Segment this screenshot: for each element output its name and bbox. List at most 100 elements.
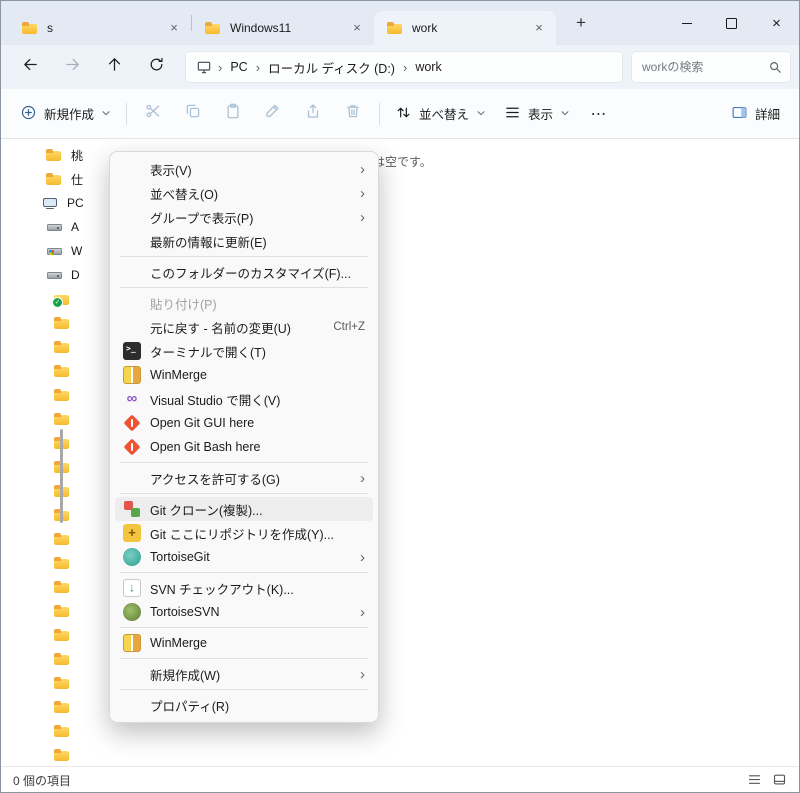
menu-item-label: ターミナルで開く(T) xyxy=(150,345,266,360)
menu-item[interactable]: Visual Studio で開く(V) xyxy=(115,387,373,411)
details-pane-button[interactable]: 詳細 xyxy=(722,97,789,131)
menu-item[interactable]: このフォルダーのカスタマイズ(F)... xyxy=(115,260,373,284)
breadcrumb: › PC › ローカル ディスク (D:) › work xyxy=(185,51,623,83)
file-explorer-window: s × Windows11 × work × + × › PC › ローカル デ… xyxy=(0,0,800,793)
details-button-label: 詳細 xyxy=(754,108,780,122)
new-button[interactable]: 新規作成 xyxy=(11,97,120,131)
menu-item[interactable]: TortoiseGit › xyxy=(115,545,373,569)
view-button[interactable]: 表示 xyxy=(495,97,579,131)
breadcrumb-local-disk-d[interactable]: ローカル ディスク (D:) xyxy=(262,55,401,80)
folder-icon xyxy=(53,410,71,428)
breadcrumb-pc[interactable]: PC xyxy=(224,57,253,77)
rename-icon xyxy=(264,102,282,125)
menu-item-label: 表示(V) xyxy=(150,163,192,178)
menu-item[interactable]: Git クローン(複製)... xyxy=(115,497,373,521)
navigation-bar: › PC › ローカル ディスク (D:) › work xyxy=(1,45,799,89)
cut-button[interactable] xyxy=(133,97,173,131)
menu-item-label: このフォルダーのカスタマイズ(F)... xyxy=(150,266,352,281)
menu-item[interactable]: Git ここにリポジトリを作成(Y)... xyxy=(115,521,373,545)
menu-item[interactable]: ターミナルで開く(T) xyxy=(115,339,373,363)
folder-icon xyxy=(53,746,71,764)
folder-icon xyxy=(53,578,71,596)
plus-circle-icon xyxy=(20,104,37,124)
menu-item[interactable]: Open Git Bash here xyxy=(115,435,373,459)
new-tab-button[interactable]: + xyxy=(566,9,596,37)
menu-item[interactable]: SVN チェックアウト(K)... xyxy=(115,576,373,600)
menu-item[interactable]: 最新の情報に更新(E) xyxy=(115,229,373,253)
menu-item-label: WinMerge xyxy=(150,636,207,650)
menu-item-label: Open Git GUI here xyxy=(150,416,255,430)
menu-item[interactable]: アクセスを許可する(G) › xyxy=(115,466,373,490)
toolbar-separator xyxy=(379,102,381,125)
folder-icon xyxy=(53,626,71,644)
menu-item[interactable]: プロパティ(R) xyxy=(115,693,373,717)
share-button[interactable] xyxy=(293,97,333,131)
menu-item[interactable]: 元に戻す - 名前の変更(U) Ctrl+Z xyxy=(115,315,373,339)
menu-item-label: Open Git Bash here xyxy=(150,440,261,454)
more-button[interactable]: ⋯ xyxy=(579,97,619,131)
sort-button[interactable]: 並べ替え xyxy=(386,97,495,131)
tab-label: Windows11 xyxy=(230,21,292,35)
details-view-button[interactable] xyxy=(747,772,762,790)
folder-icon xyxy=(204,19,222,37)
menu-separator xyxy=(120,689,368,690)
chevron-right-icon: › xyxy=(360,469,365,487)
menu-item-label: TortoiseGit xyxy=(150,550,210,564)
menu-item[interactable]: WinMerge xyxy=(115,363,373,387)
delete-button[interactable] xyxy=(333,97,373,131)
close-button[interactable]: × xyxy=(754,1,799,45)
menu-item[interactable]: WinMerge xyxy=(115,631,373,655)
forward-button[interactable] xyxy=(51,50,93,84)
menu-item[interactable]: Open Git GUI here xyxy=(115,411,373,435)
back-button[interactable] xyxy=(9,50,51,84)
sidebar-item-label: W xyxy=(71,244,83,258)
winmerge-icon xyxy=(123,634,141,652)
share-icon xyxy=(304,102,322,125)
maximize-button[interactable] xyxy=(709,1,754,45)
command-bar: 新規作成 並べ替え 表示 ⋯ 詳細 xyxy=(1,89,799,139)
paste-button[interactable] xyxy=(213,97,253,131)
search-input[interactable] xyxy=(640,59,768,75)
refresh-icon xyxy=(148,56,165,78)
sort-button-label: 並べ替え xyxy=(419,108,470,122)
tab-close-icon[interactable]: × xyxy=(530,19,548,37)
content-area: 桃仕PCAWD このフォルダーは空です。 表示(V)›並べ替え(O)›グループで… xyxy=(1,139,799,766)
rename-button[interactable] xyxy=(253,97,293,131)
tab-s[interactable]: s × xyxy=(9,11,191,45)
menu-item[interactable]: 並べ替え(O) › xyxy=(115,181,373,205)
sidebar-scrollbar[interactable] xyxy=(60,429,63,523)
menu-item-label: 最新の情報に更新(E) xyxy=(150,235,267,250)
folder-icon xyxy=(386,19,404,37)
menu-item[interactable]: グループで表示(P) › xyxy=(115,205,373,229)
search-icon xyxy=(768,60,782,74)
breadcrumb-work[interactable]: work xyxy=(409,57,447,77)
menu-item-label: 並べ替え(O) xyxy=(150,187,219,202)
this-pc-icon xyxy=(196,59,212,75)
folder-icon xyxy=(21,19,39,37)
menu-item: 貼り付け(P) xyxy=(115,291,373,315)
sort-icon xyxy=(395,104,412,124)
cut-icon xyxy=(144,102,162,125)
tab-close-icon[interactable]: × xyxy=(165,19,183,37)
menu-item-label: SVN チェックアウト(K)... xyxy=(150,582,294,597)
refresh-button[interactable] xyxy=(135,50,177,84)
copy-button[interactable] xyxy=(173,97,213,131)
menu-item[interactable]: 表示(V) › xyxy=(115,157,373,181)
chevron-right-icon: › xyxy=(255,59,261,75)
tab-work[interactable]: work × xyxy=(374,11,556,45)
search-box xyxy=(631,51,791,83)
tab-windows11[interactable]: Windows11 × xyxy=(192,11,374,45)
menu-item[interactable]: TortoiseSVN › xyxy=(115,600,373,624)
minimize-button[interactable] xyxy=(664,1,709,45)
up-button[interactable] xyxy=(93,50,135,84)
drive-icon xyxy=(45,218,63,236)
menu-item[interactable]: 新規作成(W) › xyxy=(115,662,373,686)
sidebar-item[interactable] xyxy=(1,743,281,766)
minimize-icon xyxy=(681,22,692,24)
details-pane-icon xyxy=(731,104,748,124)
menu-icon-placeholder xyxy=(123,665,141,683)
folder-icon xyxy=(53,650,71,668)
large-icons-view-button[interactable] xyxy=(772,772,787,790)
menu-item-label: 元に戻す - 名前の変更(U) xyxy=(150,321,291,336)
tab-close-icon[interactable]: × xyxy=(348,19,366,37)
